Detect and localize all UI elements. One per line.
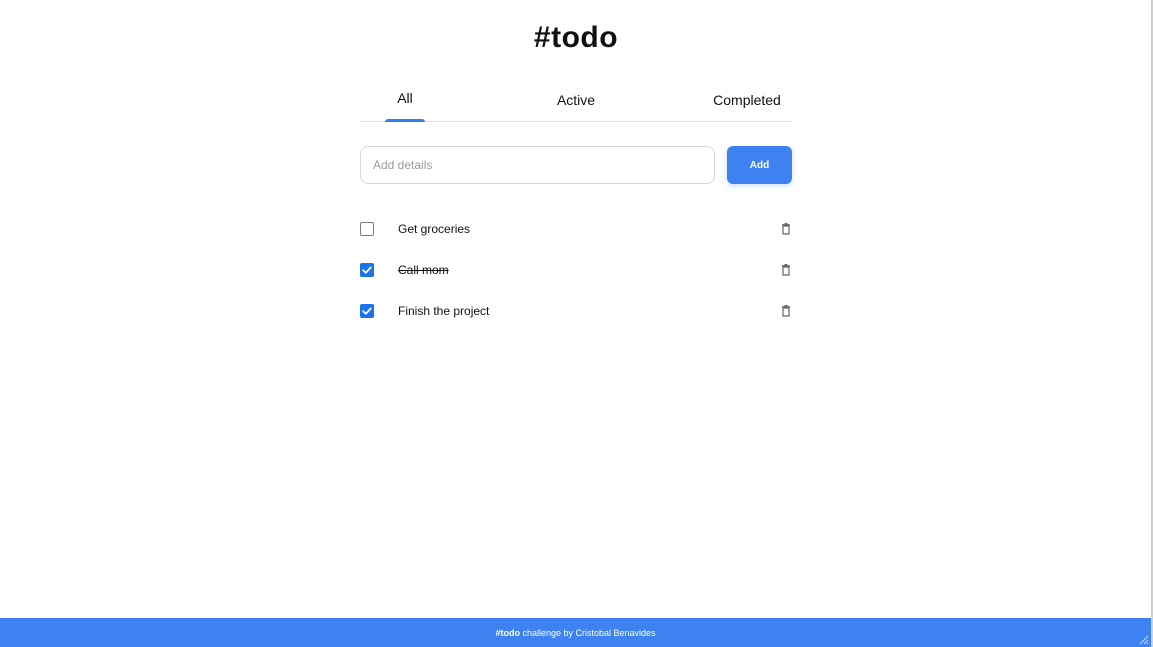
page: #todo All Active Completed Add Get groce…	[0, 0, 1153, 647]
tab-all[interactable]: All	[385, 82, 425, 122]
todo-item: Finish the project	[360, 296, 792, 337]
resize-grip-icon[interactable]	[1137, 633, 1149, 645]
checkmark-icon	[362, 266, 372, 274]
trash-icon[interactable]	[781, 263, 791, 276]
footer-brand: #todo	[495, 628, 520, 638]
add-button[interactable]: Add	[727, 146, 792, 184]
todo-text: Call mom	[398, 263, 449, 277]
page-title: #todo	[533, 21, 619, 54]
todo-text: Get groceries	[398, 222, 471, 236]
todo-text: Finish the project	[398, 304, 490, 318]
tab-active[interactable]: Active	[550, 82, 602, 121]
tab-completed[interactable]: Completed	[710, 82, 784, 121]
todo-item: Call mom	[360, 255, 792, 296]
footer-credit: challenge by Cristobal Benavides	[519, 628, 656, 638]
filter-tabs: All Active Completed	[360, 82, 792, 122]
add-todo-form: Add	[360, 146, 792, 184]
trash-icon[interactable]	[781, 222, 791, 235]
todo-checkbox[interactable]	[360, 304, 374, 318]
tab-active-label: Active	[556, 92, 596, 108]
todo-item: Get groceries	[360, 214, 792, 255]
trash-icon[interactable]	[781, 304, 791, 317]
tab-all-label: All	[397, 90, 413, 106]
footer: #todo challenge by Cristobal Benavides	[0, 618, 1151, 647]
checkmark-icon	[362, 307, 372, 315]
todo-checkbox[interactable]	[360, 222, 374, 236]
todo-list: Get groceries Call mom Finish the projec…	[360, 214, 792, 337]
tab-completed-label: Completed	[713, 92, 781, 108]
add-details-input[interactable]	[360, 146, 715, 184]
todo-checkbox[interactable]	[360, 263, 374, 277]
